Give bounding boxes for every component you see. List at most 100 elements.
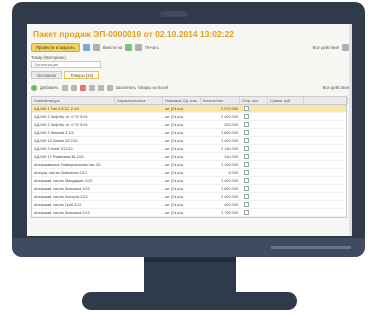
- cell-unit: шт (24 шт): [165, 155, 184, 159]
- shipped-checkbox[interactable]: [244, 146, 249, 151]
- copy-icon[interactable]: [61, 84, 68, 91]
- cell-unit: шт (24 шт): [165, 211, 184, 215]
- cell-nomenclature: Антиржав. пасты Классика 2/12: [34, 211, 90, 215]
- cell-unit: шт (24 шт): [165, 187, 184, 191]
- cell-quantity: 400 000: [224, 203, 238, 207]
- cell-nomenclature: АД-МН 12 Ржавчина 36-2/21: [34, 155, 85, 159]
- table-row[interactable]: Антиржав. пасты Мандарин. 2/22 … шт (24 шт…: [32, 177, 346, 185]
- col-shipped[interactable]: Отгр. кол.: [240, 97, 268, 104]
- cell-unit: шт (24 шт): [165, 163, 184, 167]
- organization-field[interactable]: Организация: [31, 61, 101, 68]
- shipped-checkbox[interactable]: [244, 138, 249, 143]
- add-icon[interactable]: [31, 84, 37, 91]
- move-down-icon[interactable]: [97, 84, 104, 91]
- tab-goods[interactable]: Товары (12): [64, 71, 100, 79]
- table-row[interactable]: АД-МН 3 Лимона 2.1/4 … шт (24 шт) 1 800 000: [32, 129, 346, 137]
- table-row[interactable]: АД-МН 1 Тип 3.2/12, 2.1/4 … шт (24 шт) 2 57…: [32, 105, 346, 113]
- shipped-checkbox[interactable]: [244, 178, 249, 183]
- table-row[interactable]: АД-МН 2 Лифтёр тп. 0,75 Х/24 … шт (24 шт) 2…: [32, 113, 346, 121]
- report-icon[interactable]: [135, 44, 143, 51]
- table-row[interactable]: Антиржав. пасты Грэй 2/12 … шт (24 шт) 400 …: [32, 201, 346, 209]
- cell-nomenclature: Антиржав. пасты Мандарин. 2/22: [34, 179, 93, 183]
- table-header: Номенклатура Характеристика Упаковка, Ед…: [32, 97, 348, 105]
- camera-slot: [160, 11, 188, 17]
- post-and-close-button[interactable]: Провести и закрыть: [31, 43, 80, 52]
- cell-sum: [268, 153, 304, 160]
- shipped-checkbox[interactable]: [244, 170, 249, 175]
- col-unit[interactable]: Упаковка, Ед. изм.: [163, 97, 201, 104]
- edit-icon[interactable]: [70, 84, 77, 91]
- print-button[interactable]: Печать: [145, 45, 159, 50]
- document-title: Пакет продаж ЭП-0000019 от 02.10.2014 13…: [33, 29, 235, 39]
- col-characteristic[interactable]: Характеристика: [115, 97, 163, 104]
- cell-characteristic: …: [117, 211, 121, 215]
- all-actions-button[interactable]: Все действия: [313, 45, 339, 50]
- table-toolbar: Добавить Заполнить товары из Excel Все д…: [31, 83, 349, 92]
- move-up-icon[interactable]: [88, 84, 95, 91]
- shipped-checkbox[interactable]: [244, 114, 249, 119]
- structure-icon[interactable]: [125, 44, 133, 51]
- shipped-checkbox[interactable]: [244, 186, 249, 191]
- table-row[interactable]: АД-МН 12 Лимон 26 2/21 … шт (24 шт) 1 400 0…: [32, 137, 346, 145]
- cell-nomenclature: Антиржав. пасты Грэй 2/12: [34, 203, 82, 207]
- shipped-checkbox[interactable]: [244, 210, 249, 215]
- cell-quantity: 1 500 000: [221, 187, 238, 191]
- shipped-checkbox[interactable]: [244, 122, 249, 127]
- shipped-checkbox[interactable]: [244, 202, 249, 207]
- fill-from-excel-button[interactable]: Заполнить товары из Excel: [116, 85, 169, 90]
- cell-sum: [268, 201, 304, 208]
- cell-unit: шт (24 шт): [165, 179, 184, 183]
- shipped-checkbox[interactable]: [244, 130, 249, 135]
- cell-quantity: 320 000: [224, 123, 238, 127]
- cell-characteristic: …: [117, 115, 121, 119]
- cell-quantity: 5 000: [228, 171, 238, 175]
- cell-quantity: 1 100 000: [221, 163, 238, 167]
- table-row[interactable]: Антиржав. пасты Классика 2/22 … шт (24 шт)…: [32, 185, 346, 193]
- shipped-checkbox[interactable]: [244, 162, 249, 167]
- shipped-checkbox[interactable]: [244, 194, 249, 199]
- add-button[interactable]: Добавить: [40, 85, 59, 90]
- cell-sum: [268, 193, 304, 200]
- cell-extra: [304, 121, 348, 128]
- col-sum[interactable]: Сумма, руб.: [268, 97, 304, 104]
- col-nomenclature[interactable]: Номенклатура: [32, 97, 115, 104]
- table-row[interactable]: АД-МН 2 Лифтёр тп. 0,75 Х/24 … шт (24 шт) 3…: [32, 121, 346, 129]
- table-all-actions-button[interactable]: Все действия: [323, 85, 349, 90]
- cell-quantity: 2 570 000: [221, 107, 238, 111]
- cell-shipped: [240, 105, 268, 112]
- table-row[interactable]: АД-МН 12 Ржавчина 36-2/21 … шт (24 шт) 310 …: [32, 153, 346, 161]
- post-icon[interactable]: [92, 44, 100, 51]
- cell-extra: [304, 105, 348, 112]
- cell-unit: шт (24 шт): [165, 203, 184, 207]
- cell-unit: шт (24 шт): [165, 139, 184, 143]
- monitor-stand-shadow: [144, 257, 236, 262]
- cell-nomenclature: Антирж. пасты Лимонная 2/12: [34, 171, 87, 175]
- cell-nomenclature: АД-МН 3 Клей 3/12/21: [34, 147, 74, 151]
- table-row[interactable]: АД-МН 3 Клей 3/12/21 … шт (24 шт) 2 130 000: [32, 145, 346, 153]
- col-quantity[interactable]: Количество: [201, 97, 240, 104]
- goods-table: Номенклатура Характеристика Упаковка, Ед…: [31, 96, 348, 218]
- table-row[interactable]: Антиржав. пасты Ассорти 2/12 … шт (24 шт) 2…: [32, 193, 346, 201]
- fill-icon[interactable]: [106, 84, 113, 91]
- table-row[interactable]: Антиржавчина Универсальная пас 3/1 … шт (2…: [32, 161, 346, 169]
- cell-sum: [268, 177, 304, 184]
- shipped-checkbox[interactable]: [244, 106, 249, 111]
- cell-characteristic: …: [117, 203, 121, 207]
- create-based-on-button[interactable]: Ввести на: [103, 45, 122, 50]
- monitor-chin-strip: [271, 246, 351, 249]
- table-row[interactable]: Антирж. пасты Лимонная 2/12 … шт (24 шт) 5 …: [32, 169, 346, 177]
- cell-extra: [304, 113, 348, 120]
- table-row[interactable]: Антиржав. пасты Классика 2/12 … шт (24 шт)…: [32, 209, 346, 217]
- shipped-checkbox[interactable]: [244, 154, 249, 159]
- cell-extra: [304, 153, 348, 160]
- cell-unit: шт (24 шт): [165, 195, 184, 199]
- monitor-stand-base: [82, 292, 297, 310]
- col-extra: [304, 97, 348, 104]
- cell-unit: шт (24 шт): [165, 131, 184, 135]
- tab-main[interactable]: Основное: [31, 71, 63, 79]
- cell-nomenclature: Антиржавчина Универсальная пас 3/1: [34, 163, 102, 167]
- delete-icon[interactable]: [79, 84, 86, 91]
- help-icon[interactable]: [342, 44, 349, 51]
- cell-characteristic: …: [117, 187, 121, 191]
- save-icon[interactable]: [82, 44, 90, 51]
